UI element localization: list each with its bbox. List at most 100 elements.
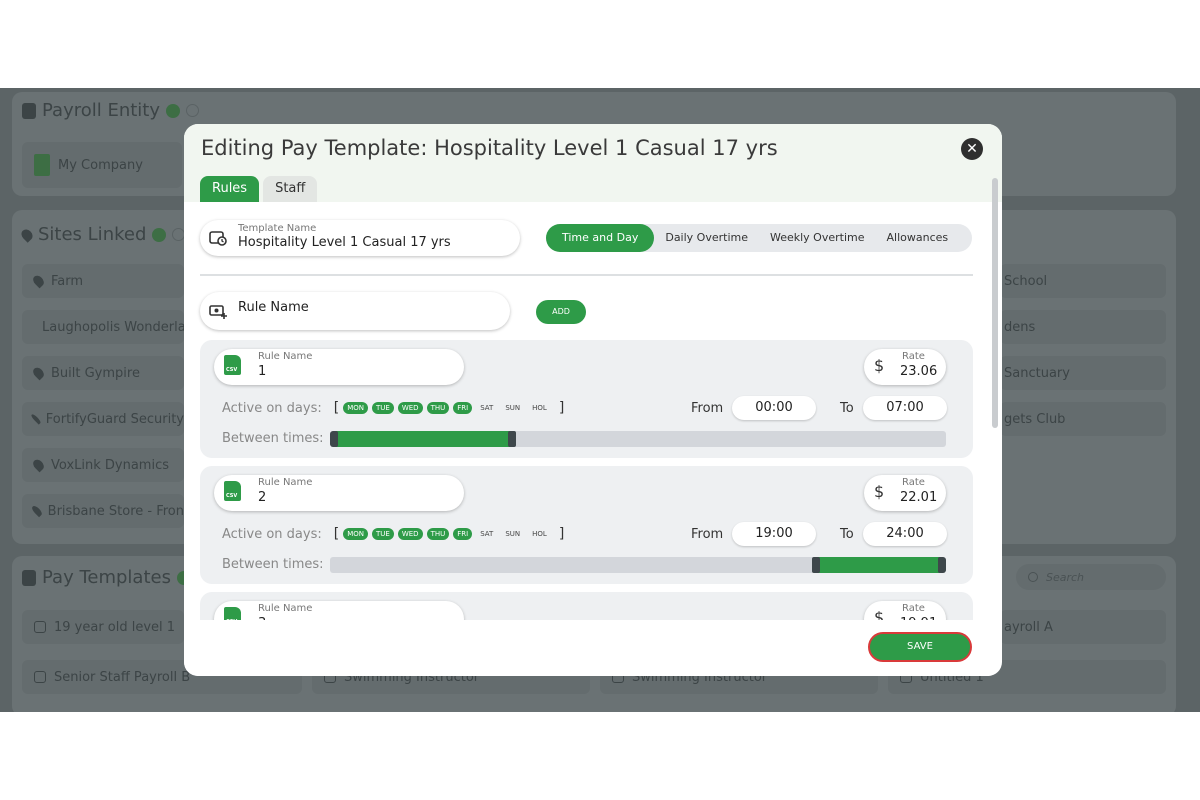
location-pin-icon — [30, 413, 42, 425]
day-toggle-fri[interactable]: FRI — [453, 528, 473, 540]
template-icon — [22, 569, 36, 586]
active-days-row: Active on days: [ MON TUE WED THU FRI SA… — [222, 526, 565, 542]
active-days-label: Active on days: — [222, 400, 322, 416]
site-item: Farm — [22, 264, 184, 298]
new-rule-name-input[interactable]: Rule Name — [200, 292, 510, 330]
location-pin-icon — [29, 322, 39, 332]
payroll-entity-item: My Company — [22, 142, 182, 188]
rule-name-field[interactable]: CSV Rule Name 1 — [214, 349, 464, 385]
range-end-handle[interactable] — [507, 431, 516, 447]
to-time-input[interactable]: 07:00 — [863, 396, 947, 420]
range-start-handle[interactable] — [811, 557, 820, 573]
site-item: Laughopolis Wonderla — [22, 310, 184, 344]
template-icon — [34, 671, 46, 683]
day-toggle-sun[interactable]: SUN — [501, 528, 524, 540]
from-time-input[interactable]: 00:00 — [732, 396, 816, 420]
range-start-handle[interactable] — [330, 431, 338, 447]
template-name-label: Template Name — [238, 223, 317, 234]
close-icon: ✕ — [966, 141, 978, 157]
day-toggle-tue[interactable]: TUE — [372, 528, 394, 540]
day-toggle-mon[interactable]: MON — [343, 528, 368, 540]
rate-value: 22.01 — [900, 490, 938, 505]
time-range-slider[interactable] — [330, 557, 946, 573]
from-label: From — [691, 527, 724, 542]
template-icon — [209, 231, 227, 246]
close-button[interactable]: ✕ — [961, 138, 983, 160]
range-end-handle[interactable] — [938, 557, 946, 573]
between-times-label: Between times: — [222, 431, 324, 446]
between-times-label: Between times: — [222, 557, 324, 572]
rate-field[interactable]: $ Rate 22.01 — [864, 475, 946, 511]
from-time-input[interactable]: 19:00 — [732, 522, 816, 546]
new-rule-placeholder: Rule Name — [238, 300, 309, 315]
segment-daily-overtime[interactable]: Daily Overtime — [654, 224, 759, 252]
pay-templates-title: Pay Templates — [22, 567, 191, 588]
day-toggle-wed[interactable]: WED — [397, 402, 423, 414]
rule-name-value: 1 — [258, 364, 267, 379]
to-time-input[interactable]: 24:00 — [863, 522, 947, 546]
rule-name-label: Rule Name — [258, 477, 313, 488]
dollar-icon: $ — [874, 356, 885, 375]
day-toggle-thu[interactable]: THU — [426, 528, 450, 540]
modal-title: Editing Pay Template: Hospitality Level … — [201, 136, 778, 160]
site-item: VoxLink Dynamics — [22, 448, 184, 482]
rule-name-value: 2 — [258, 490, 267, 505]
add-rule-icon — [209, 305, 227, 319]
template-icon — [34, 621, 46, 633]
site-item: Sanctuary — [1000, 356, 1166, 390]
segment-weekly-overtime[interactable]: Weekly Overtime — [759, 224, 876, 252]
rate-label: Rate — [902, 603, 925, 614]
time-range-slider[interactable] — [330, 431, 946, 447]
section-divider — [200, 274, 973, 276]
rate-label: Rate — [902, 351, 925, 362]
site-item: gets Club — [1000, 402, 1166, 436]
csv-file-icon: CSV — [224, 355, 241, 375]
day-toggle-tue[interactable]: TUE — [372, 402, 394, 414]
rate-field[interactable]: $ Rate 23.06 — [864, 349, 946, 385]
rule-name-label: Rule Name — [258, 351, 313, 362]
search-icon — [1028, 572, 1038, 582]
day-toggle-sun[interactable]: SUN — [501, 402, 524, 414]
template-name-value: Hospitality Level 1 Casual 17 yrs — [238, 235, 451, 250]
site-item: School — [1000, 264, 1166, 298]
sites-linked-title: Sites Linked — [19, 224, 186, 245]
modal-scrollbar[interactable] — [992, 178, 998, 428]
day-toggle-wed[interactable]: WED — [397, 528, 423, 540]
segment-time-and-day[interactable]: Time and Day — [546, 224, 655, 252]
from-label: From — [691, 401, 724, 416]
add-icon — [166, 103, 181, 118]
save-button[interactable]: SAVE — [868, 632, 972, 662]
template-item: 19 year old level 1 — [22, 610, 184, 644]
day-toggle-thu[interactable]: THU — [426, 402, 450, 414]
dollar-icon: $ — [874, 482, 885, 501]
location-pin-icon — [31, 365, 46, 381]
edit-pay-template-modal: Editing Pay Template: Hospitality Level … — [184, 124, 1002, 676]
add-rule-button[interactable]: ADD — [536, 300, 586, 324]
segment-allowances[interactable]: Allowances — [876, 224, 960, 252]
location-pin-icon — [31, 457, 46, 473]
add-icon — [152, 227, 167, 242]
rate-label: Rate — [902, 477, 925, 488]
site-item: Brisbane Store - Fron — [22, 494, 184, 528]
day-toggle-sat[interactable]: SAT — [476, 528, 497, 540]
payroll-entity-title: Payroll Entity — [22, 100, 200, 121]
rule-name-field[interactable]: CSV Rule Name 2 — [214, 475, 464, 511]
day-toggle-hol[interactable]: HOL — [528, 528, 551, 540]
template-item: ayroll A — [1000, 610, 1166, 644]
active-days-row: Active on days: [ MON TUE WED THU FRI SA… — [222, 400, 565, 416]
day-toggle-hol[interactable]: HOL — [528, 402, 551, 414]
rule-name-label: Rule Name — [258, 603, 313, 614]
active-days-label: Active on days: — [222, 526, 322, 542]
to-label: To — [840, 401, 854, 416]
tab-staff[interactable]: Staff — [263, 176, 318, 202]
rule-card-1: CSV Rule Name 1 $ Rate 23.06 Active on d… — [200, 340, 973, 458]
template-name-field[interactable]: Template Name Hospitality Level 1 Casual… — [200, 220, 520, 256]
document-icon — [22, 102, 36, 119]
site-item: dens — [1000, 310, 1166, 344]
rate-value: 23.06 — [900, 364, 938, 379]
tab-rules[interactable]: Rules — [200, 176, 260, 202]
day-toggle-fri[interactable]: FRI — [453, 402, 473, 414]
time-range-fill — [815, 557, 942, 573]
day-toggle-sat[interactable]: SAT — [476, 402, 497, 414]
day-toggle-mon[interactable]: MON — [343, 402, 368, 414]
